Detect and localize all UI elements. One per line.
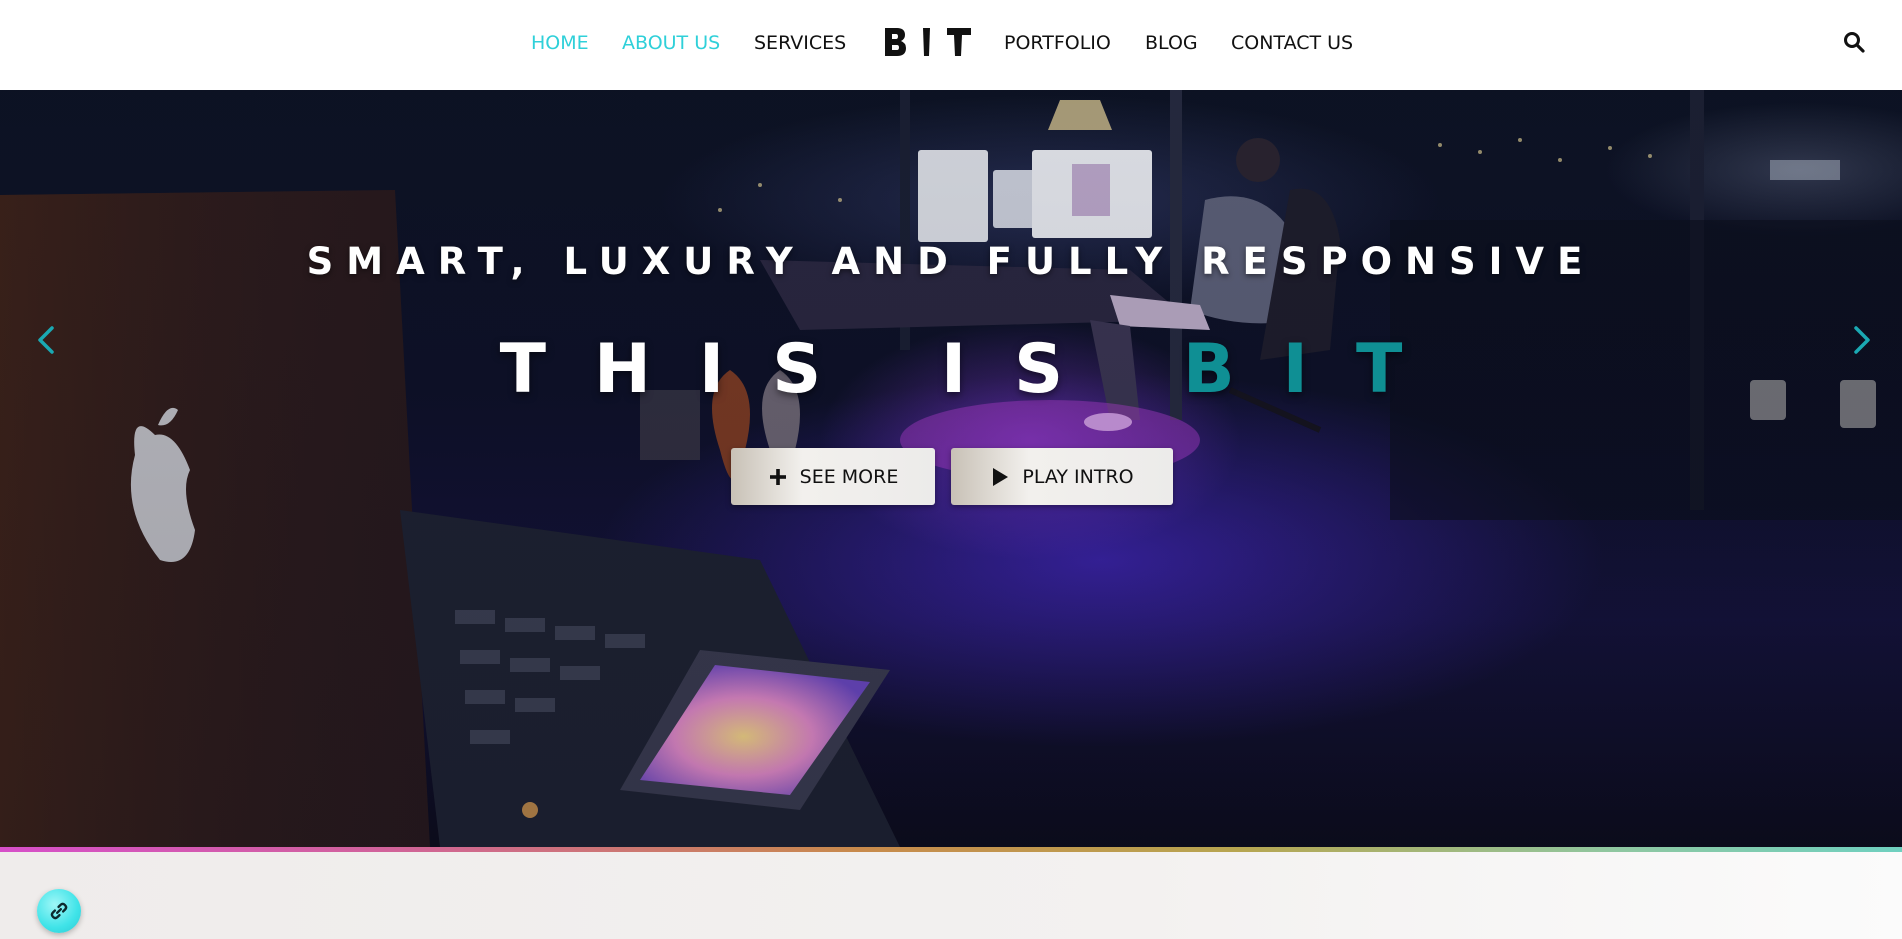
slider-next-button[interactable] [1846,320,1876,360]
nav-about-us[interactable]: ABOUT US [622,30,720,56]
play-icon [993,467,1009,486]
floating-link-button[interactable] [37,889,81,933]
nav-contact-us[interactable]: CONTACT US [1231,30,1353,56]
chevron-right-icon [1854,326,1870,354]
site-header: HOME ABOUT US SERVICES PORTFOLIO BLOG CO… [0,0,1902,90]
see-more-button[interactable]: SEE MORE [731,448,935,505]
headline-accent: BIT [1182,330,1451,409]
chevron-left-icon [38,326,54,354]
nav-portfolio[interactable]: PORTFOLIO [1004,30,1111,56]
hero-slider: SMART, LUXURY AND FULLY RESPONSIVE THIS … [0,90,1902,847]
play-intro-button[interactable]: PLAY INTRO [951,448,1173,505]
search-icon [1844,32,1865,53]
nav-home[interactable]: HOME [531,30,589,56]
see-more-label: SEE MORE [799,465,899,488]
nav-services[interactable]: SERVICES [754,30,846,56]
site-logo[interactable] [883,24,973,60]
hero-tagline: SMART, LUXURY AND FULLY RESPONSIVE [306,240,1596,283]
hero-headline: THIS IS BIT [0,330,1902,409]
link-icon [50,902,68,920]
headline-prefix: THIS IS [499,330,1112,409]
next-section [0,852,1902,939]
play-intro-label: PLAY INTRO [1022,465,1134,488]
nav-blog[interactable]: BLOG [1145,30,1198,56]
search-button[interactable] [1842,30,1866,54]
logo-mark [885,28,971,56]
slider-prev-button[interactable] [32,320,62,360]
plus-icon [769,468,786,485]
